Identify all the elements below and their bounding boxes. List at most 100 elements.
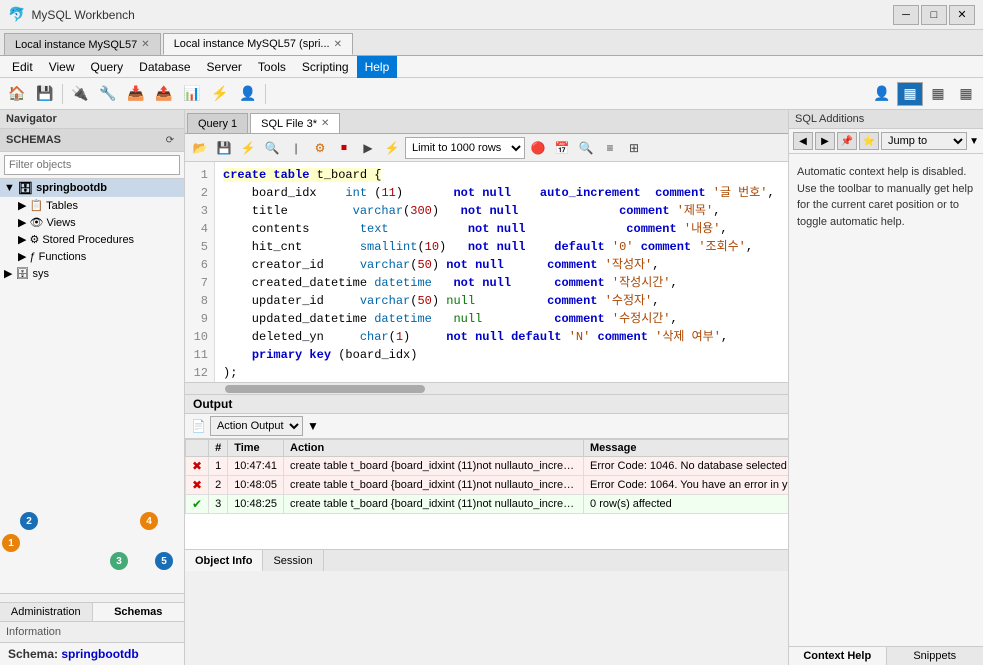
toolbar-grid1[interactable]: ▦ [897,82,923,106]
jump-to-select[interactable]: Jump to [881,132,967,150]
toolbar-new-connection[interactable]: 🔌 [67,82,93,106]
schema-springbootdb-label: springbootdb [36,182,107,194]
query-tab-bar: Query 1 SQL File 3* ✕ [185,110,788,134]
menu-query[interactable]: Query [82,56,131,78]
sql-additions-header: SQL Additions [789,110,983,129]
query-tab-2[interactable]: SQL File 3* ✕ [250,113,340,133]
col-status [186,440,209,457]
menu-tools[interactable]: Tools [250,56,294,78]
error-icon-2: ✖ [192,478,202,492]
sql-nav-pin[interactable]: 📌 [837,132,857,150]
ed-execute-current[interactable]: ▶ [357,137,379,159]
menu-view[interactable]: View [41,56,83,78]
toolbar-users[interactable]: 👤 [235,82,261,106]
sql-tab-context-help[interactable]: Context Help [789,647,887,665]
schema-item-springbootdb[interactable]: ▼ 🗄 springbootdb [0,179,184,197]
minimize-button[interactable]: ─ [893,5,919,25]
instance-tab-2-close[interactable]: ✕ [334,39,342,50]
badge-area: 1 2 3 4 5 [0,593,184,602]
query-tab-1[interactable]: Query 1 [187,113,248,133]
ed-execute[interactable]: ⚙ [309,137,331,159]
sql-tab-snippets[interactable]: Snippets [887,647,983,665]
bottom-tab-session[interactable]: Session [263,550,323,571]
toolbar-sep-1 [62,84,63,104]
menu-edit[interactable]: Edit [4,56,41,78]
schema-display: Schema: springbootdb [0,643,184,665]
toolbar-import[interactable]: 📥 [123,82,149,106]
toolbar-performance[interactable]: 📊 [179,82,205,106]
ed-export[interactable]: ⊞ [623,137,645,159]
filter-box [0,152,184,179]
menu-help[interactable]: Help [357,56,398,78]
schemas-label: SCHEMAS [6,134,61,146]
sidebar-tabs: Administration Schemas [0,602,184,621]
toolbar-migration[interactable]: ⚡ [207,82,233,106]
editor-toolbar: 📂 💾 ⚡ 🔍 | ⚙ ⏹ ▶ ⚡ Limit to 1000 rows 🔴 📅… [185,134,788,162]
action-output-select[interactable]: Action Output [210,416,303,436]
maximize-button[interactable]: □ [921,5,947,25]
instance-tab-1-close[interactable]: ✕ [141,39,149,50]
ed-execute-selected[interactable]: ⚡ [381,137,403,159]
tree-tables-label: Tables [46,200,78,212]
menu-scripting[interactable]: Scripting [294,56,357,78]
sidebar-tab-administration[interactable]: Administration [0,603,93,621]
toolbar-export[interactable]: 📤 [151,82,177,106]
query-tab-2-close[interactable]: ✕ [321,118,329,129]
ed-columns[interactable]: ≡ [599,137,621,159]
tree-functions-label: Functions [39,251,87,263]
app-icon: 🐬 [8,6,25,23]
tree-stored-procedures[interactable]: ▶ ⚙ Stored Procedures [14,231,184,248]
tree-tables[interactable]: ▶ 📋 Tables [14,197,184,214]
toolbar-manage[interactable]: 🔧 [95,82,121,106]
instance-tab-2-label: Local instance MySQL57 (spri... [174,38,330,50]
ed-zoom[interactable]: 🔍 [575,137,597,159]
output-row-2: ✖ 2 10:48:05 create table t_board {board… [186,476,789,495]
row1-num: 1 [209,457,228,476]
instance-tab-2[interactable]: Local instance MySQL57 (spri... ✕ [163,33,353,55]
filter-objects-input[interactable] [4,155,180,175]
jump-to-dropdown[interactable]: ▼ [969,136,979,147]
schema-sys-label: sys [32,268,49,280]
schema-item-sys[interactable]: ▶ 🗄 sys [0,265,184,282]
row1-message: Error Code: 1046. No database selected S… [584,457,788,476]
code-content[interactable]: create table t_board { board_idx int (11… [215,162,788,382]
editor-center: Query 1 SQL File 3* ✕ 📂 💾 ⚡ 🔍 | ⚙ ⏹ ▶ ⚡ … [185,110,788,665]
toolbar-save[interactable]: 💾 [32,82,58,106]
sql-nav-prev[interactable]: ◀ [793,132,813,150]
sidebar-tab-schemas[interactable]: Schemas [93,603,185,621]
tree-functions[interactable]: ▶ ƒ Functions [14,248,184,265]
menu-server[interactable]: Server [199,56,250,78]
tree-views[interactable]: ▶ 👁 Views [14,214,184,231]
instance-tab-bar: Local instance MySQL57 ✕ Local instance … [0,30,983,56]
toolbar-home[interactable]: 🏠 [4,82,30,106]
menu-database[interactable]: Database [131,56,198,78]
ed-execute-all[interactable]: 🔴 [527,137,549,159]
limit-rows-select[interactable]: Limit to 1000 rows [405,137,525,159]
scroll-thumb[interactable] [225,385,425,393]
row2-time: 10:48:05 [228,476,284,495]
ed-separator[interactable]: | [285,137,307,159]
ed-save[interactable]: 💾 [213,137,235,159]
sql-additions-panel: SQL Additions ◀ ▶ 📌 ⭐ Jump to ▼ Automati… [788,110,983,665]
toolbar-grid3[interactable]: ▦ [953,82,979,106]
bottom-tab-object-info[interactable]: Object Info [185,550,263,571]
toolbar-grid2[interactable]: ▦ [925,82,951,106]
output-scroll[interactable]: # Time Action Message Duration / Fetch ✖… [185,439,788,549]
horizontal-scrollbar[interactable] [185,382,788,394]
ed-search[interactable]: 🔍 [261,137,283,159]
sql-nav-star[interactable]: ⭐ [859,132,879,150]
ed-calendar[interactable]: 📅 [551,137,573,159]
code-editor[interactable]: 12345 678910 1112 create table t_board {… [185,162,788,382]
tree-views-label: Views [46,217,75,229]
instance-tab-1[interactable]: Local instance MySQL57 ✕ [4,33,161,55]
ed-connect[interactable]: ⚡ [237,137,259,159]
ed-open[interactable]: 📂 [189,137,211,159]
toolbar-profile[interactable]: 👤 [869,82,895,106]
output-row-1: ✖ 1 10:47:41 create table t_board {board… [186,457,789,476]
output-dropdown-icon[interactable]: ▼ [307,419,319,433]
schemas-refresh-btn[interactable]: ⟳ [162,132,178,148]
sql-nav-next[interactable]: ▶ [815,132,835,150]
ed-stop[interactable]: ⏹ [333,137,355,159]
close-button[interactable]: ✕ [949,5,975,25]
row1-status: ✖ [186,457,209,476]
